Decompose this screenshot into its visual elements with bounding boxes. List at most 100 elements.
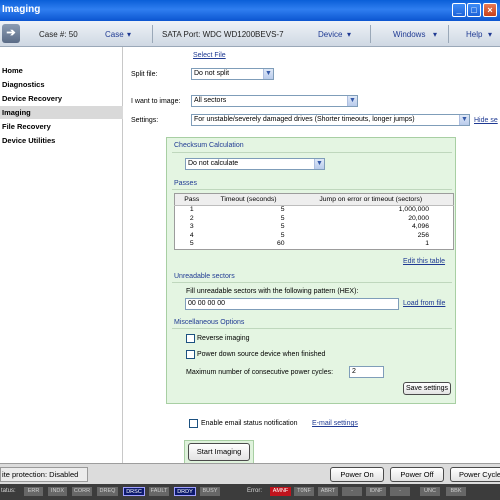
toolbar-divider (448, 25, 449, 43)
power-down-checkbox[interactable] (186, 350, 195, 359)
window-title: Imaging (2, 4, 41, 15)
timeout-cell: 5 (280, 214, 285, 222)
fill-pattern-input[interactable]: 00 00 00 00 (185, 298, 399, 310)
sidebar-item-device-recovery[interactable]: Device Recovery (0, 92, 123, 105)
error-flag: - (390, 487, 410, 496)
section-divider (172, 282, 452, 283)
max-power-cycles-input[interactable]: 2 (349, 366, 384, 378)
jump-cell: 256 (417, 231, 429, 239)
load-from-file-link[interactable]: Load from file (403, 300, 445, 307)
table-row[interactable]: 3 5 4,096 (175, 223, 454, 232)
table-row[interactable]: 4 5 256 (175, 232, 454, 241)
minimize-icon[interactable]: _ (452, 3, 466, 17)
status-flag: INDX (48, 487, 67, 496)
edit-table-link[interactable]: Edit this table (403, 258, 445, 265)
max-power-cycles-label: Maximum number of consecutive power cycl… (186, 369, 334, 376)
error-flag: UNC (420, 487, 440, 496)
error-flag: - (342, 487, 362, 496)
email-settings-link[interactable]: E-mail settings (312, 420, 358, 427)
sidebar-item-diagnostics[interactable]: Diagnostics (0, 78, 123, 91)
table-header-row: Pass Timeout (seconds) Jump on error or … (174, 193, 454, 206)
checksum-section-title: Checksum Calculation (174, 142, 244, 149)
settings-value: For unstable/severely damaged drives (Sh… (194, 116, 415, 123)
misc-section-title: Miscellaneous Options (174, 319, 245, 326)
timeout-cell: 5 (280, 206, 285, 213)
hide-settings-link[interactable]: Hide se (474, 117, 498, 124)
device-menu-arrow-icon[interactable]: ▾ (347, 30, 351, 39)
section-divider (172, 189, 452, 190)
section-divider (172, 152, 452, 153)
error-register-label: Error: (247, 488, 262, 494)
status-flag: CORR (72, 487, 92, 496)
split-file-value: Do not split (194, 70, 230, 77)
sidebar: Home Diagnostics Device Recovery Imaging… (0, 47, 123, 463)
maximize-icon[interactable]: □ (467, 3, 481, 17)
reverse-imaging-checkbox[interactable] (186, 334, 195, 343)
error-flag: BBK (446, 487, 466, 496)
image-scope-value: All sectors (194, 97, 227, 104)
passes-table: Pass Timeout (seconds) Jump on error or … (174, 193, 454, 250)
title-bar: Imaging _ □ × (0, 0, 500, 21)
checksum-select[interactable]: Do not calculate ▼ (185, 158, 325, 170)
status-register-label: tatus: (1, 488, 16, 494)
register-flags: tatus: ERR INDX CORR DREQ DRSC FAULT DRD… (0, 463, 500, 500)
toolbar-divider (152, 25, 153, 43)
sidebar-item-file-recovery[interactable]: File Recovery (0, 120, 123, 133)
unreadable-section-title: Unreadable sectors (174, 273, 235, 280)
timeout-cell: 5 (280, 223, 285, 230)
close-icon[interactable]: × (483, 3, 497, 17)
help-menu-arrow-icon[interactable]: ▾ (488, 30, 492, 39)
image-scope-label: I want to image: (131, 98, 181, 105)
pass-cell: 2 (189, 214, 194, 222)
email-notification-checkbox[interactable] (189, 419, 198, 428)
jump-cell: 20,000 (408, 214, 429, 222)
split-file-select[interactable]: Do not split ▼ (191, 68, 274, 80)
split-file-label: Split file: (131, 71, 158, 78)
windows-menu[interactable]: Windows (393, 30, 425, 39)
help-menu[interactable]: Help (466, 30, 482, 39)
timeout-cell: 5 (280, 231, 285, 239)
start-imaging-button[interactable]: Start Imaging (188, 443, 250, 461)
settings-select[interactable]: For unstable/severely damaged drives (Sh… (191, 114, 470, 126)
column-header: Jump on error or timeout (sectors) (288, 193, 454, 206)
forward-arrow-icon[interactable]: ➔ (2, 24, 20, 43)
sata-port-label: SATA Port: WDC WD1200BEVS-7 (162, 30, 284, 39)
chevron-down-icon: ▼ (314, 159, 324, 169)
image-scope-select[interactable]: All sectors ▼ (191, 95, 358, 107)
pass-cell: 3 (189, 223, 194, 230)
column-header: Pass (174, 193, 209, 206)
error-flag-active: AMNF (270, 487, 291, 496)
sidebar-item-device-utilities[interactable]: Device Utilities (0, 134, 123, 147)
select-file-link[interactable]: Select File (193, 52, 226, 59)
sidebar-item-home[interactable]: Home (0, 64, 123, 77)
jump-cell: 1 (425, 240, 429, 247)
windows-menu-arrow-icon[interactable]: ▾ (433, 30, 437, 39)
fill-pattern-label: Fill unreadable sectors with the followi… (186, 288, 359, 295)
table-row[interactable]: 2 5 20,000 (175, 215, 454, 224)
toolbar: ➔ Case #: 50 Case ▾ SATA Port: WDC WD120… (0, 21, 500, 47)
checksum-value: Do not calculate (188, 160, 239, 167)
pass-cell: 4 (189, 231, 194, 239)
table-row[interactable]: 5 60 1 (175, 240, 454, 249)
status-flag: DREQ (97, 487, 118, 496)
passes-section-title: Passes (174, 180, 197, 187)
settings-panel (166, 137, 456, 404)
case-number: Case #: 50 (39, 30, 78, 39)
sidebar-item-imaging[interactable]: Imaging (0, 106, 123, 119)
section-divider (172, 328, 452, 329)
case-menu-arrow-icon[interactable]: ▾ (127, 30, 131, 39)
error-flag: IDNF (366, 487, 386, 496)
case-menu[interactable]: Case (105, 30, 124, 39)
pass-cell: 5 (189, 240, 194, 247)
toolbar-divider (370, 25, 371, 43)
table-row[interactable]: 1 5 1,000,000 (175, 206, 454, 215)
save-settings-button[interactable]: Save settings (403, 382, 451, 395)
jump-cell: 1,000,000 (398, 206, 429, 213)
device-menu[interactable]: Device (318, 30, 342, 39)
status-flag-active: DRDY (174, 487, 196, 496)
chevron-down-icon: ▼ (459, 115, 469, 125)
pass-cell: 1 (189, 206, 194, 213)
column-header: Timeout (seconds) (208, 193, 289, 206)
status-flag-active: DRSC (123, 487, 145, 496)
error-flag: ABRT (318, 487, 338, 496)
